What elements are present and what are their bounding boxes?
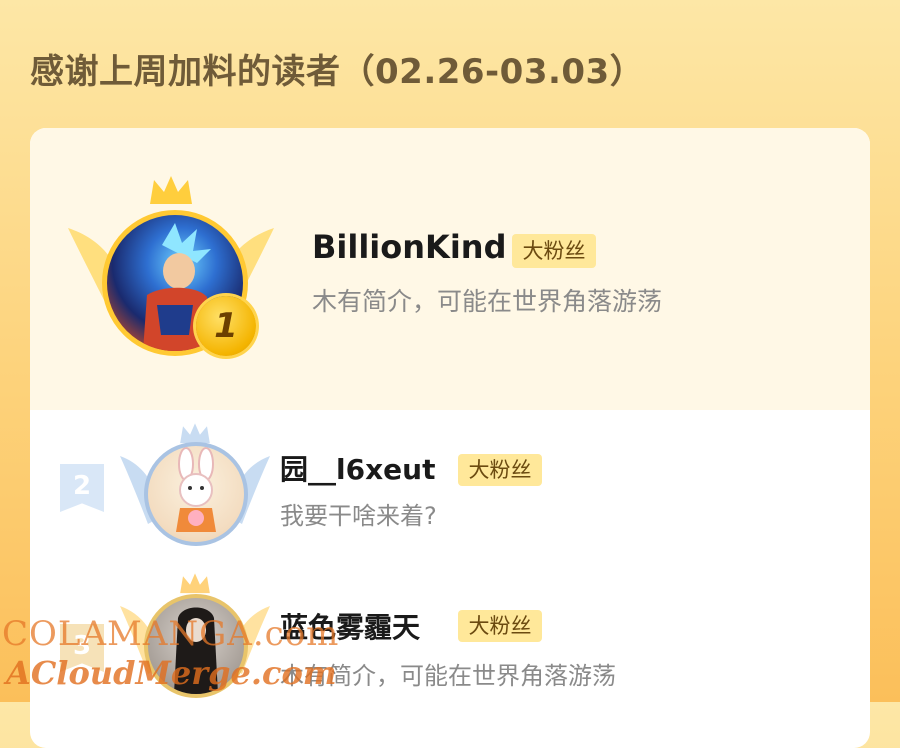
reader-row-rank-3[interactable]: 3 蓝色雾霾天 大粉丝 木有简介，可能在世界角落游荡: [30, 560, 870, 710]
reader-row-rank-1[interactable]: 1 BillionKind 大粉丝 木有简介，可能在世界角落游荡: [30, 128, 870, 410]
avatar[interactable]: [144, 594, 248, 698]
reader-name[interactable]: 蓝色雾霾天: [280, 606, 420, 646]
rank-2-tag: 2: [60, 464, 104, 512]
fan-level-badge: 大粉丝: [512, 234, 596, 268]
reader-bio: 我要干啥来着?: [280, 502, 437, 530]
reader-name[interactable]: 园__l6xeut: [280, 448, 435, 488]
reader-bio: 木有简介，可能在世界角落游荡: [280, 662, 616, 690]
fan-level-badge: 大粉丝: [458, 454, 542, 486]
bronze-crown-icon: [180, 573, 210, 594]
gold-crown-icon: [150, 176, 192, 204]
reader-name[interactable]: BillionKind: [312, 228, 506, 266]
avatar[interactable]: [144, 442, 248, 546]
fan-level-badge: 大粉丝: [458, 610, 542, 642]
reader-bio: 木有简介，可能在世界角落游荡: [312, 287, 663, 316]
rabbit-avatar-icon: [176, 447, 216, 532]
portrait-avatar-icon: [174, 607, 218, 694]
rank-3-tag: 3: [60, 624, 104, 672]
reader-list-panel: 1 BillionKind 大粉丝 木有简介，可能在世界角落游荡 2 园__l6…: [30, 128, 870, 748]
reader-row-rank-2[interactable]: 2 园__l6xeut 大粉丝 我要干啥来着?: [30, 410, 870, 560]
rank-1-medal: 1: [196, 296, 256, 356]
page-title: 感谢上周加料的读者（02.26-03.03）: [30, 52, 645, 92]
